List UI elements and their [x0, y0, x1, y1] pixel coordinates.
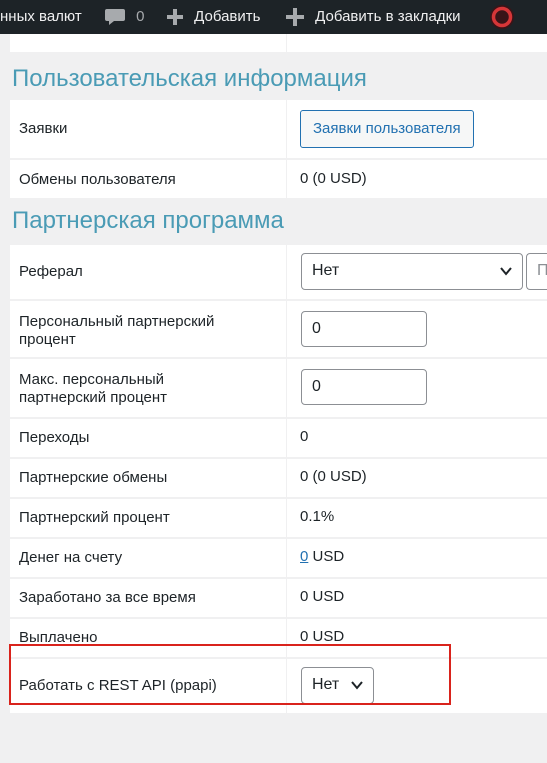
- max-percent-label: Макс. персональный партнерский процент: [19, 371, 168, 406]
- admin-bar-status[interactable]: [489, 0, 515, 34]
- requests-label: Заявки: [19, 120, 68, 137]
- chevron-down-icon: [500, 267, 512, 276]
- personal-percent-input-value: 0: [312, 320, 321, 337]
- partner-exchanges-value: 0 (0 USD): [300, 468, 367, 485]
- admin-bar-currency-label: нных валют: [0, 8, 82, 25]
- row-clicks: Переходы 0: [10, 419, 547, 457]
- balance-currency: USD: [312, 548, 345, 565]
- admin-bar-currency-item[interactable]: нных валют: [0, 0, 82, 34]
- admin-bar-add-label: Добавить: [194, 8, 261, 25]
- row-personal-percent: Персональный партнерский процент 0: [10, 301, 547, 357]
- row-user-exchanges: Обмены пользователя 0 (0 USD): [10, 160, 547, 198]
- personal-percent-input[interactable]: 0: [301, 311, 427, 347]
- referral-select[interactable]: Нет: [301, 253, 523, 290]
- row-max-percent: Макс. персональный партнерский процент 0: [10, 359, 547, 417]
- balance-label: Денег на счету: [19, 549, 123, 566]
- admin-bar-add-bookmark[interactable]: Добавить в закладки: [285, 0, 461, 34]
- personal-percent-label: Персональный партнерский процент: [19, 313, 215, 348]
- comments-count: 0: [136, 8, 145, 25]
- partner-exchanges-label: Партнерские обмены: [19, 469, 168, 486]
- table-row-partial: [10, 34, 547, 52]
- clicks-label: Переходы: [19, 429, 90, 446]
- plus-icon: [167, 9, 183, 26]
- earned-label: Заработано за все время: [19, 589, 196, 606]
- section-title-partner: Партнерская программа: [12, 207, 284, 234]
- plus-icon: [286, 8, 304, 27]
- max-percent-input-value: 0: [312, 378, 321, 395]
- partner-percent-value: 0.1%: [300, 508, 335, 525]
- user-exchanges-label: Обмены пользователя: [19, 171, 176, 188]
- admin-bar-add-new[interactable]: Добавить: [166, 0, 260, 34]
- balance-value: 0 USD: [300, 548, 344, 566]
- row-requests: Заявки Заявки пользователя: [10, 100, 547, 158]
- admin-bar-comments[interactable]: 0: [104, 0, 145, 34]
- clicks-value: 0: [300, 428, 309, 445]
- earned-value: 0 USD: [300, 588, 345, 605]
- section-title-user-info: Пользовательская информация: [12, 65, 367, 92]
- admin-bar-bookmark-label: Добавить в закладки: [315, 8, 461, 25]
- referral-search-placeholder: П: [537, 262, 547, 279]
- row-balance: Денег на счету 0 USD: [10, 539, 547, 577]
- referral-label: Реферал: [19, 263, 83, 280]
- user-exchanges-value: 0 (0 USD): [300, 170, 367, 187]
- record-circle-icon: [490, 5, 514, 30]
- balance-amount-link[interactable]: 0: [300, 548, 308, 565]
- admin-bar: нных валют 0 Добавить Добавить в закладк…: [0, 0, 547, 34]
- highlight-box: [9, 644, 451, 705]
- row-earned: Заработано за все время 0 USD: [10, 579, 547, 617]
- partner-percent-label: Партнерский процент: [19, 509, 170, 526]
- user-requests-button[interactable]: Заявки пользователя: [300, 110, 474, 148]
- row-partner-percent: Партнерский процент 0.1%: [10, 499, 547, 537]
- referral-select-value: Нет: [312, 262, 340, 279]
- referral-search-input[interactable]: П: [526, 253, 547, 290]
- comment-icon: [105, 9, 125, 26]
- row-referral: Реферал Нет П: [10, 245, 547, 299]
- max-percent-input[interactable]: 0: [301, 369, 427, 405]
- row-partner-exchanges: Партнерские обмены 0 (0 USD): [10, 459, 547, 497]
